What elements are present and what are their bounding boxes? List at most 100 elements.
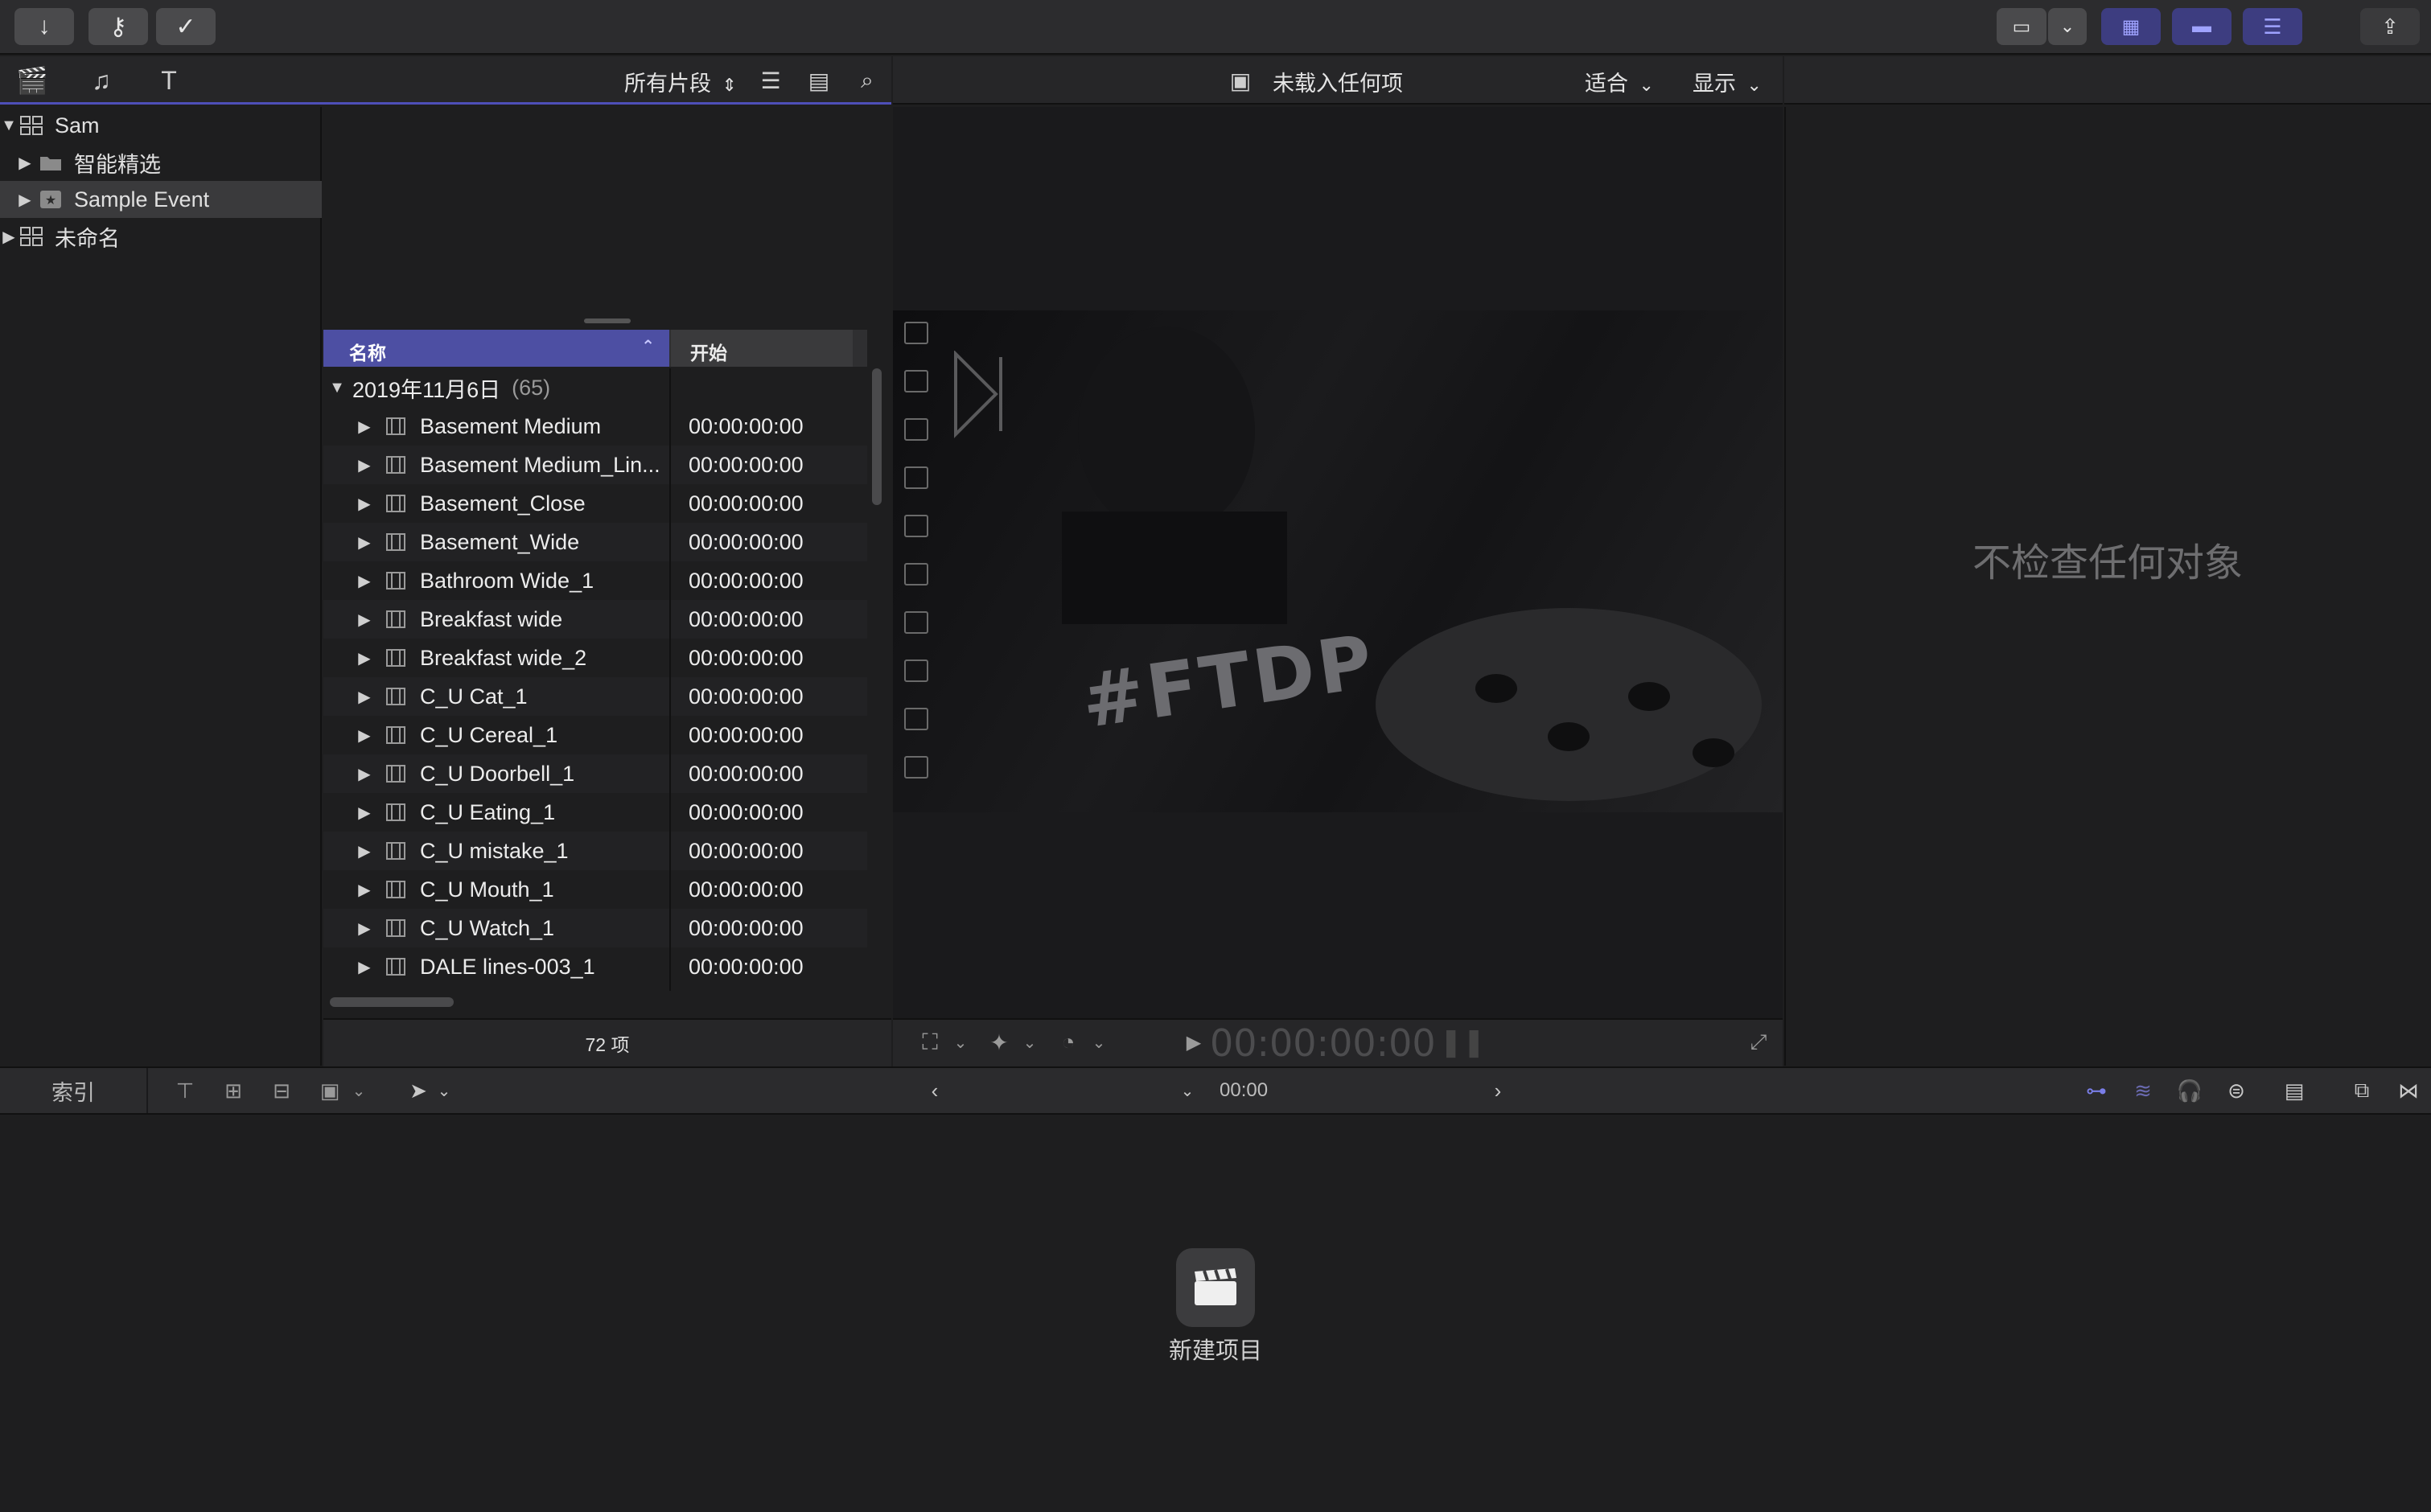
table-row[interactable]: ▶ C_U Doorbell_1 00:00:00:00 (323, 754, 867, 793)
chevron-down-icon[interactable]: ⌄ (1081, 1025, 1117, 1060)
library-item-untitled[interactable]: ▶ 未命名 (0, 218, 322, 255)
checkbox[interactable] (904, 466, 928, 489)
import-button[interactable]: ↓ (14, 8, 74, 45)
sort-ascending-icon: ⌃ (641, 338, 655, 355)
insert-clip-icon[interactable]: ⊞ (217, 1076, 249, 1105)
checkbox[interactable] (904, 515, 928, 537)
forward-arrow-icon[interactable]: › (1482, 1076, 1514, 1105)
checkbox[interactable] (904, 756, 928, 779)
chevron-down-icon: ⌄ (1746, 75, 1762, 95)
table-row[interactable]: ▶ Bathroom Wide_1 00:00:00:00 (323, 561, 867, 600)
clip-appearance-icon[interactable]: ▤ (2278, 1076, 2310, 1105)
disclosure-closed-icon[interactable]: ▶ (356, 417, 373, 437)
back-arrow-icon[interactable]: ‹ (919, 1076, 951, 1105)
library-item-sam[interactable]: ▼ Sam (0, 107, 322, 144)
disclosure-closed-icon[interactable]: ▶ (356, 725, 373, 746)
checkbox[interactable] (904, 563, 928, 585)
keyword-button[interactable]: ⚷ (88, 8, 148, 45)
library-item-smart-collections[interactable]: ▶ 智能精选 (0, 144, 322, 181)
effects-browser-icon[interactable]: ⋈ (2392, 1076, 2425, 1105)
library-item-sample-event[interactable]: ▶ ★ Sample Event (0, 181, 322, 218)
timeline-index-icon[interactable]: ⧉ (2346, 1076, 2378, 1105)
chevron-down-icon[interactable]: ⌄ (943, 1025, 978, 1060)
disclosure-closed-icon[interactable]: ▶ (16, 190, 34, 210)
viewer-display-button[interactable]: ▭ (1997, 8, 2046, 45)
disclosure-closed-icon[interactable]: ▶ (356, 841, 373, 861)
table-row[interactable]: ▶ Basement_Close 00:00:00:00 (323, 484, 867, 523)
disclosure-closed-icon[interactable]: ▶ (356, 455, 373, 475)
play-icon[interactable]: ▶ (1176, 1025, 1211, 1060)
table-row[interactable]: ▶ C_U Watch_1 00:00:00:00 (323, 909, 867, 947)
new-project-button[interactable] (1176, 1248, 1255, 1327)
audio-meter-icon: ❚❚ (1439, 1027, 1486, 1058)
checkbox[interactable] (904, 322, 928, 344)
disclosure-closed-icon[interactable]: ▶ (356, 532, 373, 553)
table-row[interactable]: ▶ Breakfast wide 00:00:00:00 (323, 600, 867, 639)
table-row[interactable]: ▶ DALE lines-003_1 00:00:00:00 (323, 947, 867, 986)
browser-toggle-button[interactable]: ▦ (2101, 8, 2161, 45)
checkbox[interactable] (904, 659, 928, 682)
disclosure-closed-icon[interactable]: ▶ (356, 918, 373, 939)
vertical-scrollbar[interactable] (872, 368, 882, 505)
table-row[interactable]: ▶ C_U Cat_1 00:00:00:00 (323, 677, 867, 716)
timeline-index-button[interactable]: 索引 (0, 1068, 148, 1113)
disclosure-closed-icon[interactable]: ▶ (356, 571, 373, 591)
viewer-display-menu[interactable]: ⌄ (2048, 8, 2087, 45)
photos-audio-icon[interactable]: ♫ (84, 63, 119, 98)
column-header-start[interactable]: 开始 (671, 330, 853, 367)
titles-generators-icon[interactable]: T (151, 63, 187, 98)
share-button[interactable]: ⇪ (2360, 8, 2420, 45)
disclosure-open-icon[interactable]: ▼ (328, 379, 346, 397)
table-row[interactable]: ▶ C_U mistake_1 00:00:00:00 (323, 832, 867, 870)
filmstrip-view-icon[interactable]: ▤ (801, 63, 837, 98)
table-row[interactable]: ▶ Basement_Wide 00:00:00:00 (323, 523, 867, 561)
overwrite-clip-icon[interactable]: ▣ (314, 1076, 346, 1105)
solo-icon[interactable]: ⊜ (2220, 1076, 2252, 1105)
disclosure-closed-icon[interactable]: ▶ (356, 687, 373, 707)
date-group-row[interactable]: ▼ 2019年11月6日 (65) (323, 368, 867, 407)
append-clip-icon[interactable]: ⊟ (265, 1076, 298, 1105)
browser-split-handle[interactable] (584, 318, 631, 323)
disclosure-closed-icon[interactable]: ▶ (356, 648, 373, 668)
disclosure-closed-icon[interactable]: ▶ (0, 227, 18, 247)
chevron-down-icon[interactable]: ⌄ (428, 1076, 460, 1105)
disclosure-closed-icon[interactable]: ▶ (356, 880, 373, 900)
table-row[interactable]: ▶ Breakfast wide_2 00:00:00:00 (323, 639, 867, 677)
disclosure-closed-icon[interactable]: ▶ (356, 610, 373, 630)
clip-appearance-icon[interactable]: ☰ (753, 63, 788, 98)
horizontal-scrollbar[interactable] (330, 997, 454, 1007)
chevron-down-icon[interactable]: ⌄ (1012, 1025, 1047, 1060)
connect-clip-icon[interactable]: ⊤ (169, 1076, 201, 1105)
chevron-down-icon[interactable]: ⌄ (1171, 1076, 1203, 1105)
headphones-icon[interactable]: 🎧 (2174, 1076, 2206, 1105)
column-start-label: 开始 (690, 343, 727, 364)
checkbox[interactable] (904, 708, 928, 730)
disclosure-closed-icon[interactable]: ▶ (356, 494, 373, 514)
inspector-toggle-button[interactable]: ☰ (2243, 8, 2302, 45)
search-icon[interactable]: ⌕ (849, 63, 885, 98)
checkbox[interactable] (904, 611, 928, 634)
disclosure-open-icon[interactable]: ▼ (0, 117, 18, 135)
display-dropdown[interactable]: 显示 ⌄ (1693, 66, 1762, 97)
table-row[interactable]: ▶ C_U Mouth_1 00:00:00:00 (323, 870, 867, 909)
disclosure-closed-icon[interactable]: ▶ (356, 957, 373, 977)
fullscreen-icon[interactable]: ⤢ (1741, 1025, 1776, 1060)
table-row[interactable]: ▶ C_U Eating_1 00:00:00:00 (323, 793, 867, 832)
clip-filter-dropdown[interactable]: 所有片段 ⇕ (624, 66, 737, 97)
timeline-toggle-button[interactable]: ▬ (2172, 8, 2232, 45)
chevron-down-icon[interactable]: ⌄ (343, 1076, 375, 1105)
checkbox[interactable] (904, 370, 928, 392)
libraries-icon[interactable]: 🎬 (14, 63, 50, 98)
background-tasks-button[interactable]: ✓ (156, 8, 216, 45)
disclosure-closed-icon[interactable]: ▶ (356, 803, 373, 823)
disclosure-closed-icon[interactable]: ▶ (16, 153, 34, 173)
column-header-name[interactable]: 名称 ⌃ (323, 330, 669, 367)
table-row[interactable]: ▶ C_U Cereal_1 00:00:00:00 (323, 716, 867, 754)
disclosure-closed-icon[interactable]: ▶ (356, 764, 373, 784)
audio-skimming-icon[interactable]: ≋ (2127, 1076, 2159, 1105)
skimming-icon[interactable]: ⊶ (2080, 1076, 2112, 1105)
table-row[interactable]: ▶ Basement Medium 00:00:00:00 (323, 407, 867, 446)
fit-dropdown[interactable]: 适合 ⌄ (1585, 66, 1654, 97)
checkbox[interactable] (904, 418, 928, 441)
table-row[interactable]: ▶ Basement Medium_Lin... 00:00:00:00 (323, 446, 867, 484)
